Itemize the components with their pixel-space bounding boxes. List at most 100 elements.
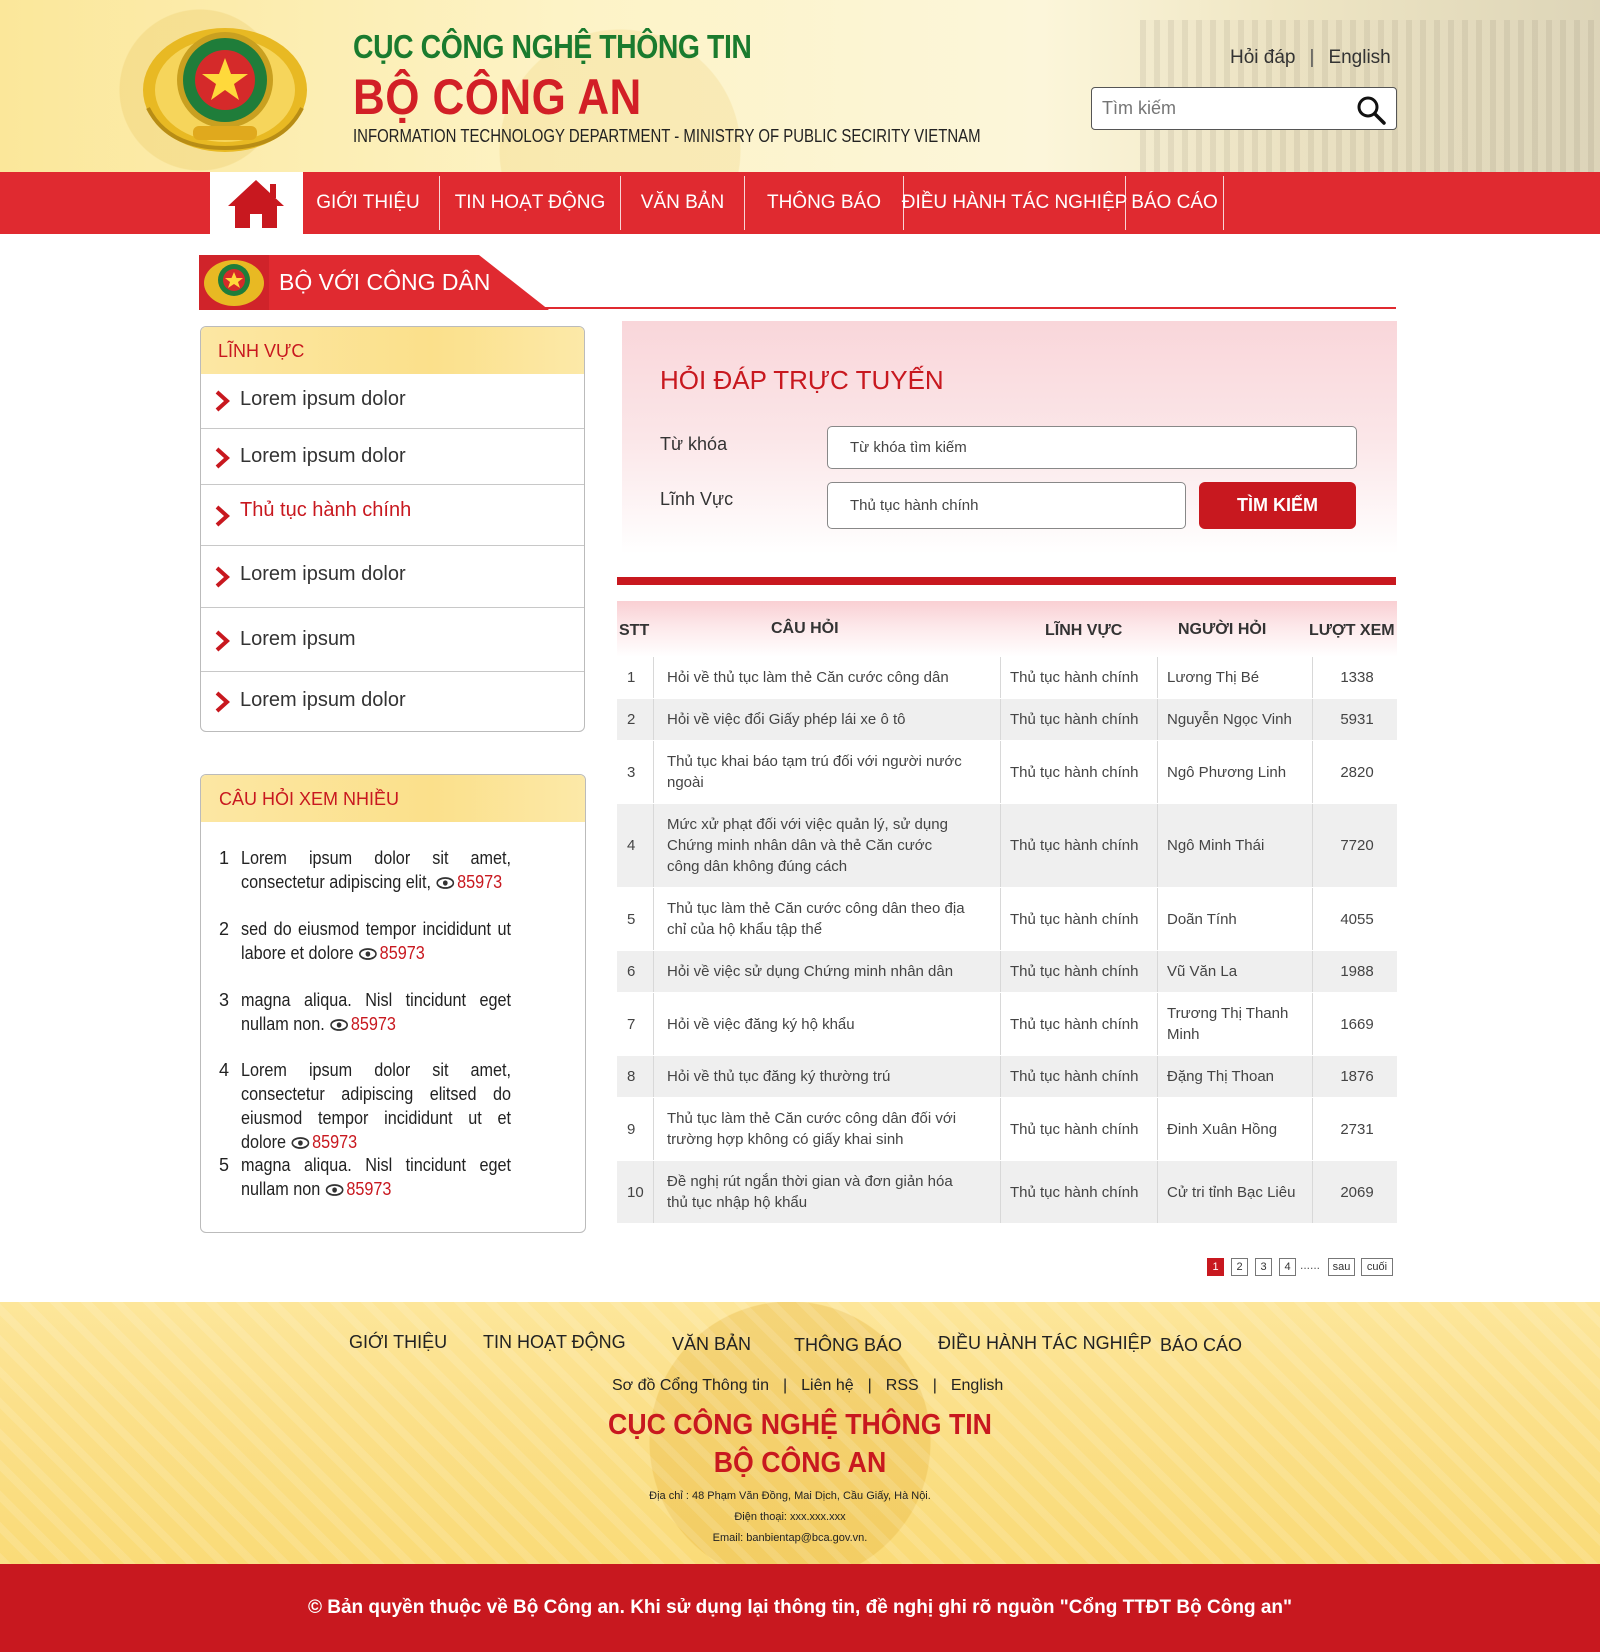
category-item[interactable]: Lorem ipsum dolor xyxy=(201,374,584,429)
table-row[interactable]: 9 Thủ tục làm thẻ Căn cước công dân đối v… xyxy=(617,1098,1397,1161)
footer-nav-bao-cao[interactable]: BÁO CÁO xyxy=(1160,1335,1242,1356)
table-row[interactable]: 3 Thủ tục khai báo tạm trú đối với người … xyxy=(617,741,1397,804)
chevron-right-icon xyxy=(215,447,230,469)
table-column-divider xyxy=(653,1056,654,1097)
chevron-right-icon xyxy=(215,390,230,412)
footer-nav-dieu-hanh[interactable]: ĐIỀU HÀNH TÁC NGHIỆP xyxy=(938,1333,1152,1354)
table-row[interactable]: 10 Đề nghị rút ngắn thời gian và đơn giản… xyxy=(617,1161,1397,1224)
category-item[interactable]: Lorem ipsum dolor xyxy=(201,429,584,485)
header-subtitle: INFORMATION TECHNOLOGY DEPARTMENT - MINI… xyxy=(353,126,981,146)
table-column-divider xyxy=(653,657,654,698)
emblem-logo[interactable] xyxy=(138,18,312,156)
page-next[interactable]: sau xyxy=(1328,1258,1355,1276)
cell-views: 1876 xyxy=(1340,1068,1374,1085)
footer-nav-gioi-thieu[interactable]: GIỚI THIỆU xyxy=(349,1332,447,1353)
table-column-divider xyxy=(1312,1161,1313,1223)
table-row[interactable]: 4 Mức xử phạt đối với việc quản lý, sử dụ… xyxy=(617,804,1397,888)
cell-question[interactable]: Thủ tục khai báo tạm trú đối với người n… xyxy=(667,741,967,803)
keyword-input[interactable]: Từ khóa tìm kiếm xyxy=(827,426,1357,469)
popular-question-number: 3 xyxy=(219,990,230,1010)
nav-home[interactable] xyxy=(210,172,303,234)
cell-question[interactable]: Hỏi về thủ tục làm thẻ Căn cước công dân xyxy=(667,657,967,698)
footer-nav-tin-hoat-dong[interactable]: TIN HOẠT ĐỘNG xyxy=(483,1332,626,1353)
popular-question-item[interactable]: 4 Lorem ipsum dolor sit amet, consectetu… xyxy=(201,1044,585,1152)
popular-question-item[interactable]: 5 magna aliqua. Nisl tincidunt eget null… xyxy=(201,1139,585,1210)
popular-question-views: 85973 xyxy=(457,872,503,892)
nav-item-bao-cao[interactable]: BÁO CÁO xyxy=(1126,172,1223,234)
top-link-faq[interactable]: Hỏi đáp xyxy=(1230,47,1296,68)
header-title-line2: BỘ CÔNG AN xyxy=(353,69,642,125)
search-icon[interactable] xyxy=(1356,95,1386,125)
page-ellipsis: ...... xyxy=(1300,1258,1321,1272)
footer-nav-thong-bao[interactable]: THÔNG BÁO xyxy=(794,1335,902,1356)
popular-question-item[interactable]: 3 magna aliqua. Nisl tincidunt eget null… xyxy=(201,974,585,1044)
cell-stt: 4 xyxy=(627,837,636,854)
nav-item-thong-bao[interactable]: THÔNG BÁO xyxy=(745,172,903,234)
category-item[interactable]: Lorem ipsum dolor xyxy=(201,546,584,608)
category-item-active[interactable]: Thủ tục hành chính xyxy=(201,485,584,546)
popular-question-item[interactable]: 2 sed do eiusmod tempor incididunt ut la… xyxy=(201,903,585,974)
footer-link-sitemap[interactable]: Sơ đồ Cổng Thông tin xyxy=(612,1377,769,1394)
cell-question[interactable]: Thủ tục làm thẻ Căn cước công dân theo đ… xyxy=(667,888,967,950)
table-row[interactable]: 7 Hỏi về việc đăng ký hộ khẩu Thủ tục hành… xyxy=(617,993,1397,1056)
table-column-divider xyxy=(653,993,654,1055)
footer-link-english[interactable]: English xyxy=(951,1377,1003,1394)
table-column-divider xyxy=(1157,951,1158,992)
popular-questions-title: CÂU HỎI XEM NHIỀU xyxy=(201,775,585,822)
footer-nav-van-ban[interactable]: VĂN BẢN xyxy=(672,1334,751,1355)
table-row[interactable]: 1 Hỏi về thủ tục làm thẻ Căn cước công dâ… xyxy=(617,657,1397,699)
nav-item-van-ban[interactable]: VĂN BẢN xyxy=(621,172,744,234)
search-button[interactable]: TÌM KIẾM xyxy=(1199,482,1356,529)
table-column-divider xyxy=(1000,993,1001,1055)
table-row[interactable]: 8 Hỏi về thủ tục đăng ký thường trú Thủ tụ… xyxy=(617,1056,1397,1098)
th-field: LĨNH VỰC xyxy=(1045,622,1123,639)
cell-stt: 2 xyxy=(627,711,636,728)
page-1[interactable]: 1 xyxy=(1207,1258,1224,1276)
popular-question-number: 2 xyxy=(219,919,230,939)
footer-link-contact[interactable]: Liên hệ xyxy=(801,1377,854,1394)
table-row[interactable]: 2 Hỏi về việc đổi Giấy phép lái xe ô tô Th… xyxy=(617,699,1397,741)
nav-item-gioi-thieu[interactable]: GIỚI THIỆU xyxy=(313,172,423,234)
cell-views: 7720 xyxy=(1340,837,1374,854)
header-search-input[interactable] xyxy=(1092,88,1332,129)
category-label: Lorem ipsum dolor xyxy=(240,689,406,711)
nav-item-tin-hoat-dong[interactable]: TIN HOẠT ĐỘNG xyxy=(440,172,620,234)
cell-question[interactable]: Thủ tục làm thẻ Căn cước công dân đối vớ… xyxy=(667,1098,967,1160)
cell-stt: 5 xyxy=(627,910,636,928)
page-3[interactable]: 3 xyxy=(1255,1258,1272,1276)
table-column-divider xyxy=(653,951,654,992)
table-row[interactable]: 6 Hỏi về việc sử dụng Chứng minh nhân dân… xyxy=(617,951,1397,993)
cell-views: 4055 xyxy=(1340,910,1374,928)
nav-item-dieu-hanh[interactable]: ĐIỀU HÀNH TÁC NGHIỆP xyxy=(902,172,1128,234)
cell-question[interactable]: Hỏi về việc đăng ký hộ khẩu xyxy=(667,993,967,1055)
page-2[interactable]: 2 xyxy=(1231,1258,1248,1276)
cell-field: Thủ tục hành chính xyxy=(1010,669,1139,686)
field-select[interactable]: Thủ tục hành chính xyxy=(827,482,1186,529)
th-views: LƯỢT XEM xyxy=(1309,622,1395,639)
footer-phone: Điện thoại: xxx.xxx.xxx xyxy=(734,1511,846,1523)
cell-stt: 9 xyxy=(627,1120,636,1138)
category-item[interactable]: Lorem ipsum xyxy=(201,608,584,672)
popular-question-item[interactable]: 1 Lorem ipsum dolor sit amet, consectetu… xyxy=(201,832,585,903)
eye-icon xyxy=(436,877,455,890)
cell-question[interactable]: Đề nghị rút ngắn thời gian và đơn giản h… xyxy=(667,1161,967,1223)
cell-stt: 3 xyxy=(627,763,636,781)
qa-search-panel: HỎI ĐÁP TRỰC TUYẾN Từ khóa Từ khóa tìm k… xyxy=(622,321,1397,554)
page-last[interactable]: cuối xyxy=(1361,1258,1393,1276)
cell-stt: 7 xyxy=(627,1015,636,1033)
category-label: Lorem ipsum dolor xyxy=(240,445,406,467)
emblem-icon xyxy=(204,260,264,306)
cell-question[interactable]: Mức xử phạt đối với việc quản lý, sử dụn… xyxy=(667,804,967,887)
table-row[interactable]: 5 Thủ tục làm thẻ Căn cước công dân theo … xyxy=(617,888,1397,951)
page-4[interactable]: 4 xyxy=(1279,1258,1296,1276)
top-link-english[interactable]: English xyxy=(1328,47,1390,68)
footer-link-rss[interactable]: RSS xyxy=(886,1377,919,1394)
cell-question[interactable]: Hỏi về thủ tục đăng ký thường trú xyxy=(667,1056,967,1097)
cell-stt: 1 xyxy=(627,669,636,686)
cell-field: Thủ tục hành chính xyxy=(1010,837,1139,854)
cell-question[interactable]: Hỏi về việc đổi Giấy phép lái xe ô tô xyxy=(667,699,967,740)
footer-title-line2: BỘ CÔNG AN xyxy=(713,1447,887,1479)
chevron-right-icon xyxy=(215,691,230,713)
cell-question[interactable]: Hỏi về việc sử dụng Chứng minh nhân dân xyxy=(667,951,967,992)
category-item[interactable]: Lorem ipsum dolor xyxy=(201,672,584,731)
